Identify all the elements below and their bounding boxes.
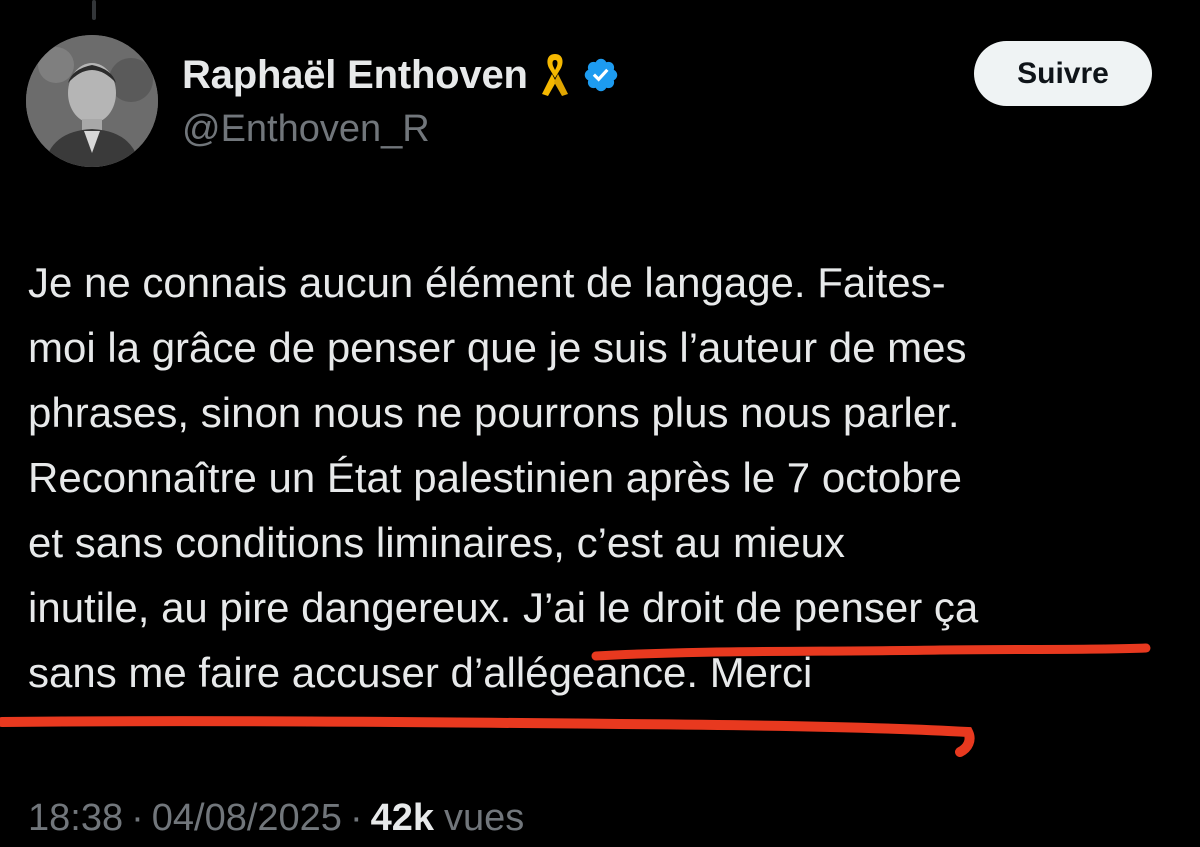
- meta-separator: ·: [131, 797, 144, 839]
- profile-photo: [26, 35, 158, 167]
- author-display-name[interactable]: Raphaël Enthoven: [182, 53, 528, 98]
- views-count[interactable]: 42k: [371, 795, 434, 841]
- tweet-date[interactable]: 04/08/2025: [152, 795, 342, 841]
- avatar[interactable]: [26, 35, 158, 167]
- thread-connector-line: [92, 0, 96, 20]
- verified-badge-icon[interactable]: [582, 56, 620, 94]
- tweet-meta: 18:38 · 04/08/2025 · 42k vues: [28, 795, 524, 841]
- tweet-line: Je ne connais aucun élément de langage. …: [28, 259, 946, 306]
- meta-separator: ·: [349, 797, 363, 839]
- tweet-line: moi la grâce de penser que je suis l’aut…: [28, 324, 967, 371]
- yellow-ribbon-icon: [540, 52, 570, 98]
- tweet-line: et sans conditions liminaires, c’est au …: [28, 519, 846, 566]
- tweet-time[interactable]: 18:38: [28, 795, 123, 841]
- tweet-line: inutile, au pire dangereux. J’ai le droi…: [28, 584, 979, 631]
- tweet-text: Je ne connais aucun élément de langage. …: [28, 250, 1178, 705]
- tweet-line: Reconnaître un État palestinien après le…: [28, 454, 962, 501]
- views-label: vues: [444, 797, 525, 839]
- follow-button[interactable]: Suivre: [974, 41, 1152, 106]
- author-handle[interactable]: @Enthoven_R: [182, 108, 430, 151]
- tweet-line: sans me faire accuser d’allégeance. Merc…: [28, 649, 813, 696]
- author-name-row: Raphaël Enthoven: [182, 48, 620, 102]
- tweet-line: phrases, sinon nous ne pourrons plus nou…: [28, 389, 960, 436]
- underline-stroke-2: [0, 716, 975, 757]
